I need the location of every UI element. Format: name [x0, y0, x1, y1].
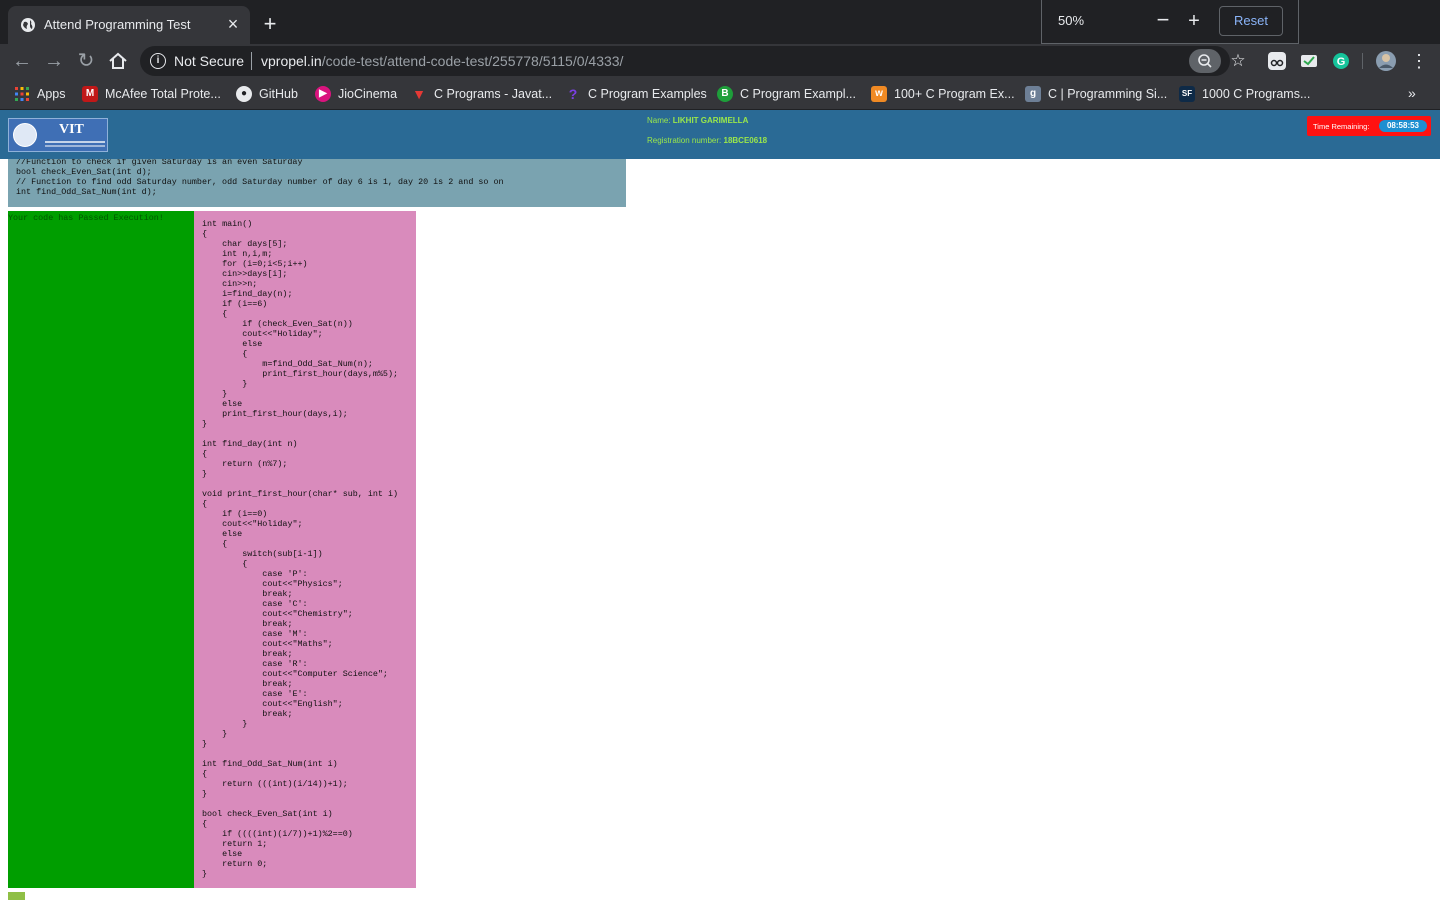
logo-subtitle-line — [45, 141, 105, 143]
bookmarks-bar: Apps M McAfee Total Prote... ● GitHub ▶ … — [0, 78, 1440, 110]
execution-result-panel: Your code has Passed Execution! — [8, 211, 194, 888]
profile-avatar[interactable] — [1375, 50, 1397, 72]
url-domain: vpropel.in — [261, 53, 322, 69]
zoom-reset-button[interactable]: Reset — [1219, 6, 1283, 36]
bookmark-jiocinema[interactable]: ▶ JioCinema — [315, 85, 397, 103]
bookmark-label: Apps — [37, 87, 66, 101]
jiocinema-icon: ▶ — [315, 86, 331, 102]
timer-value: 08:58:53 — [1379, 120, 1427, 132]
logo-subtitle-line — [45, 145, 105, 147]
zoom-in-button[interactable]: + — [1185, 8, 1203, 34]
security-label: Not Secure — [174, 53, 245, 69]
zoom-popup: 50% − + Reset — [1041, 0, 1299, 44]
bookmark-beginnersbook[interactable]: B C Program Exampl... — [717, 85, 856, 103]
geeksforgeeks-icon: g — [1025, 86, 1041, 102]
back-arrow-icon[interactable]: ← — [10, 49, 34, 73]
globe-icon — [21, 18, 35, 32]
sanfoundry-icon: SF — [1179, 86, 1195, 102]
result-message: Your code has Passed Execution! — [8, 213, 164, 223]
tab-title: Attend Programming Test — [44, 17, 191, 32]
reload-icon[interactable]: ↻ — [74, 49, 98, 73]
zoom-out-button[interactable]: − — [1154, 8, 1172, 34]
bookmark-label: JioCinema — [338, 87, 398, 101]
vit-logo: VIT — [8, 118, 108, 152]
code-editor[interactable]: int main() { char days[5]; int n,i,m; fo… — [194, 211, 416, 888]
student-name: Name: LIKHIT GARIMELLA — [647, 116, 748, 125]
url-text[interactable]: vpropel.in/code-test/attend-code-test/25… — [261, 53, 623, 69]
bookmark-label: GitHub — [259, 87, 298, 101]
page-bottom-marker — [8, 892, 25, 900]
address-bar[interactable]: i Not Secure vpropel.in/code-test/attend… — [140, 46, 1246, 76]
bookmark-programiz[interactable]: ? C Program Examples — [565, 85, 707, 103]
bookmark-label: C Program Examples — [588, 87, 707, 101]
forward-arrow-icon[interactable]: → — [42, 49, 66, 73]
bookmark-label: 100+ C Program Ex... — [894, 87, 1015, 101]
bookmark-label: C Programs - Javat... — [434, 87, 553, 101]
browser-toolbar: ← → ↻ i Not Secure vpropel.in/code-test/… — [0, 44, 1440, 78]
url-path: /code-test/attend-code-test/255778/5115/… — [321, 53, 624, 69]
bookmark-label: C | Programming Si... — [1048, 87, 1168, 101]
bookmark-label: 1000 C Programs... — [1202, 87, 1311, 101]
mcafee-icon: M — [82, 86, 98, 102]
timer-label: Time Remaining: — [1313, 122, 1370, 131]
code-text: int main() { char days[5]; int n,i,m; fo… — [202, 219, 399, 879]
name-label: Name: — [647, 116, 671, 125]
bookmark-javatpoint[interactable]: ▼ C Programs - Javat... — [411, 85, 552, 103]
grammarly-icon[interactable]: G — [1332, 52, 1350, 70]
reg-value: 18BCE0618 — [723, 136, 768, 145]
toolbar-divider — [1362, 53, 1363, 69]
bookmark-star-icon[interactable]: ☆ — [1228, 49, 1248, 73]
registration-number: Registration number: 18BCE0618 — [647, 136, 767, 145]
zoom-magnifier-icon[interactable] — [1189, 49, 1221, 73]
extension-glasses-icon[interactable] — [1268, 52, 1286, 70]
javatpoint-icon: ▼ — [412, 86, 426, 102]
bookmarks-overflow-icon[interactable]: » — [1408, 85, 1416, 101]
w3resource-icon: w — [871, 86, 887, 102]
apps-grid-icon — [15, 87, 29, 101]
new-tab-button[interactable]: + — [258, 13, 282, 37]
browser-tab[interactable]: Attend Programming Test × — [8, 6, 250, 44]
bookmark-geeksforgeeks[interactable]: g C | Programming Si... — [1025, 85, 1167, 103]
home-icon[interactable] — [106, 49, 130, 73]
github-icon: ● — [236, 86, 252, 102]
beginnersbook-icon: B — [717, 86, 733, 102]
extension-mail-check-icon[interactable] — [1300, 52, 1318, 70]
name-value: LIKHIT GARIMELLA — [672, 116, 749, 125]
function-declarations-panel: //Function to check if given Saturday is… — [8, 159, 626, 207]
university-seal-icon — [13, 123, 37, 147]
divider — [251, 52, 252, 70]
bookmark-github[interactable]: ● GitHub — [236, 85, 298, 103]
programiz-icon: ? — [568, 86, 578, 102]
reg-label: Registration number: — [647, 136, 722, 145]
info-icon[interactable]: i — [150, 53, 166, 69]
bookmark-sanfoundry[interactable]: SF 1000 C Programs... — [1179, 85, 1310, 103]
declarations-code: //Function to check if given Saturday is… — [16, 159, 504, 197]
more-menu-icon[interactable]: ⋮ — [1410, 50, 1428, 72]
bookmark-apps[interactable]: Apps — [14, 85, 66, 103]
time-remaining-badge: Time Remaining: 08:58:53 — [1307, 116, 1431, 136]
bookmark-mcafee[interactable]: M McAfee Total Prote... — [82, 85, 221, 103]
page-header: VIT Name: LIKHIT GARIMELLA Registration … — [0, 110, 1440, 159]
zoom-level: 50% — [1058, 13, 1085, 28]
close-tab-icon[interactable]: × — [224, 14, 242, 34]
bookmark-w3resource[interactable]: w 100+ C Program Ex... — [871, 85, 1015, 103]
bookmark-label: C Program Exampl... — [740, 87, 857, 101]
svg-text:G: G — [1337, 56, 1346, 68]
logo-text: VIT — [59, 122, 84, 137]
bookmark-label: McAfee Total Prote... — [105, 87, 221, 101]
